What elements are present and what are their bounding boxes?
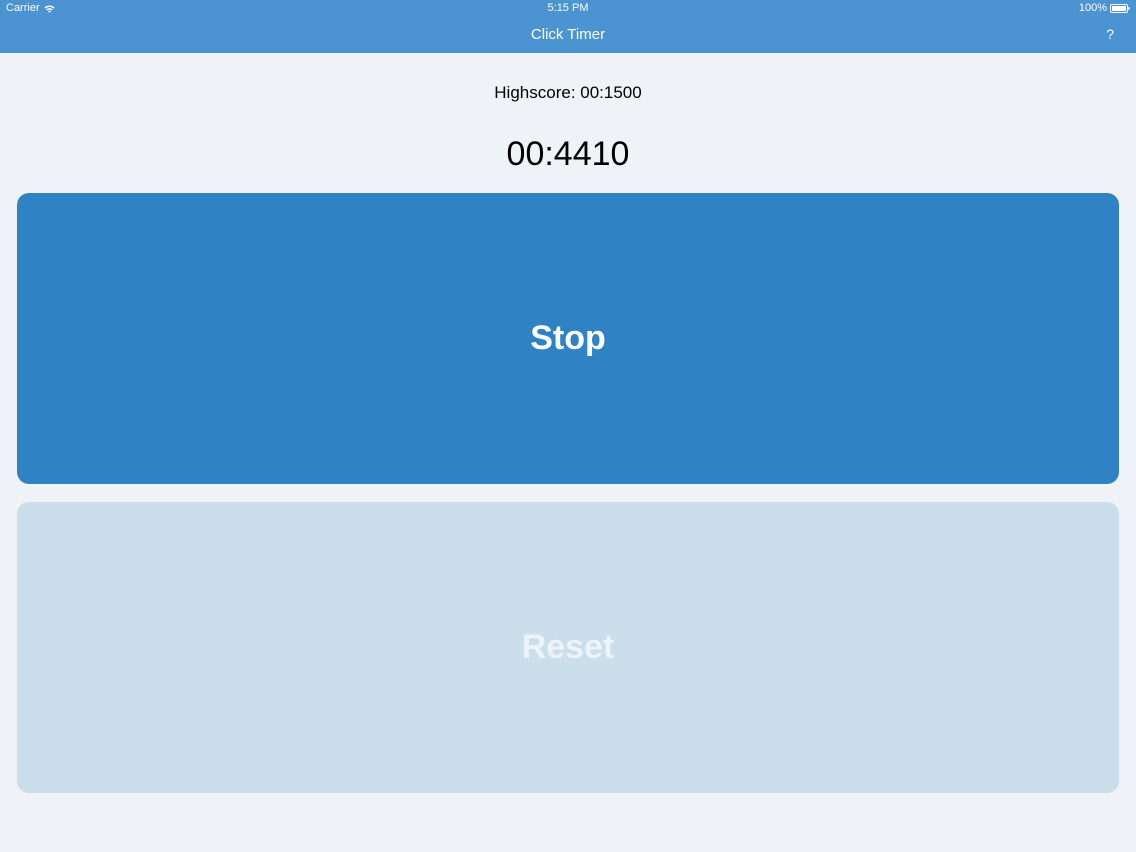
timer-display: 00:4410 [506,135,630,173]
stop-button[interactable]: Stop [17,193,1119,484]
battery-group: 100% [1079,2,1130,14]
highscore-label: Highscore: 00:1500 [494,83,642,102]
status-bar: Carrier 5:15 PM 100% [0,0,1136,17]
reset-button-label: Reset [521,628,615,666]
page-title: Click Timer [530,26,606,43]
navigation-bar: Carrier 5:15 PM 100% Click Timer ? [0,0,1136,53]
battery-icon [1110,3,1130,13]
reset-button[interactable]: Reset [17,502,1119,793]
help-button[interactable]: ? [1106,26,1114,42]
battery-percentage: 100% [1078,2,1107,14]
status-time: 5:15 PM [547,2,589,14]
stop-button-label: Stop [530,319,606,357]
